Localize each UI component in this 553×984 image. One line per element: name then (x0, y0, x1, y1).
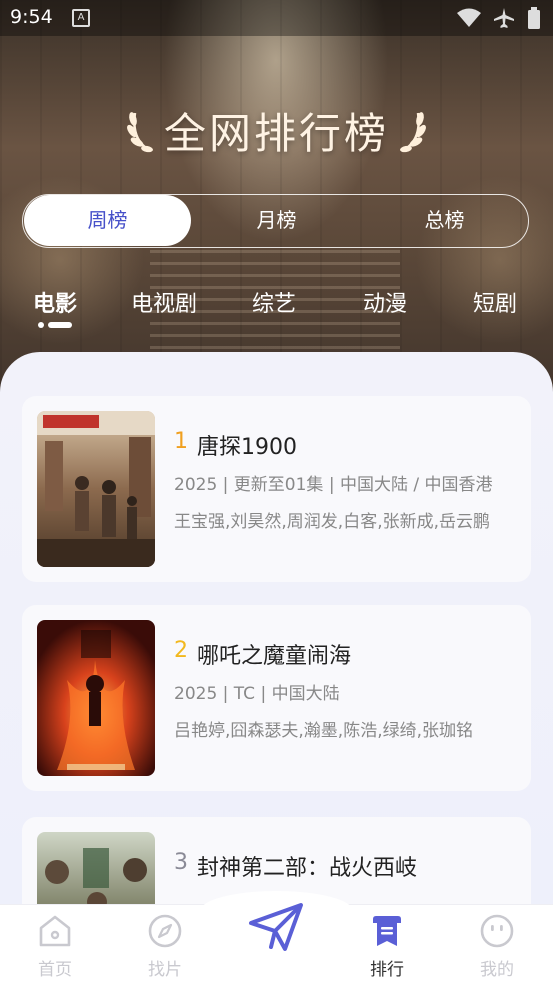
tab-all-time[interactable]: 总榜 (361, 195, 528, 246)
bottom-nav: 首页 找片 排行 我的 (0, 891, 553, 984)
nav-ranking[interactable]: 排行 (342, 905, 432, 984)
list-item[interactable]: 2 哪吒之魔童闹海 2025 | TC | 中国大陆 吕艳婷,囧森瑟夫,瀚墨,陈… (22, 605, 531, 791)
status-icons (457, 7, 541, 29)
tab-tv-series[interactable]: 电视剧 (131, 286, 197, 318)
nav-ranking-label: 排行 (370, 960, 404, 980)
movie-meta: 2025 | TC | 中国大陆 (174, 684, 340, 704)
period-segmented-control: 周榜 月榜 总榜 (22, 194, 529, 248)
rank-number: 2 (174, 638, 188, 663)
ranking-icon (373, 916, 401, 946)
profile-face-icon (480, 914, 514, 948)
movie-title: 封神第二部：战火西岐 (197, 856, 418, 881)
battery-icon (528, 7, 540, 29)
notification-a-icon: A (72, 9, 90, 27)
nav-profile-label: 我的 (480, 960, 514, 980)
movie-cast: 王宝强,刘昊然,周润发,白客,张新成,岳云鹏 (174, 512, 491, 532)
laurel-right-icon (400, 111, 427, 152)
nav-send[interactable] (231, 903, 321, 984)
nav-home-label: 首页 (38, 960, 72, 980)
tab-short-drama[interactable]: 短剧 (473, 286, 517, 318)
status-bar: 9:54 A (0, 0, 553, 36)
movie-meta: 2025 | 更新至01集 | 中国大陆 / 中国香港 (174, 475, 493, 495)
ranking-list: 1 唐探1900 2025 | 更新至01集 | 中国大陆 / 中国香港 王宝强… (0, 352, 553, 912)
nav-discover[interactable]: 找片 (120, 905, 210, 984)
rank-number: 1 (174, 429, 188, 454)
poster-image (37, 411, 155, 567)
poster-image (37, 620, 155, 776)
home-icon (39, 915, 71, 947)
compass-icon (148, 914, 182, 948)
movie-title: 唐探1900 (197, 435, 297, 460)
movie-cast: 吕艳婷,囧森瑟夫,瀚墨,陈浩,绿绮,张珈铭 (174, 721, 474, 741)
nav-discover-label: 找片 (148, 960, 182, 980)
header: 全网排行榜 (0, 100, 553, 161)
tab-variety[interactable]: 综艺 (252, 286, 296, 318)
rank-number: 3 (174, 850, 188, 875)
movie-title: 哪吒之魔童闹海 (197, 644, 352, 669)
wifi-icon (457, 8, 481, 27)
category-tabs: 电影 电视剧 综艺 动漫 短剧 (0, 286, 553, 336)
list-item[interactable]: 1 唐探1900 2025 | 更新至01集 | 中国大陆 / 中国香港 王宝强… (22, 396, 531, 582)
tab-monthly[interactable]: 月榜 (193, 195, 360, 246)
active-tab-indicator (38, 322, 72, 328)
page-title: 全网排行榜 (163, 109, 389, 158)
laurel-left-icon (126, 111, 153, 152)
airplane-mode-icon (494, 8, 514, 28)
paper-plane-icon (249, 903, 303, 951)
nav-profile[interactable]: 我的 (452, 905, 542, 984)
nav-home[interactable]: 首页 (10, 905, 100, 984)
status-time: 9:54 (10, 6, 53, 28)
poster-image (37, 832, 155, 912)
tab-weekly[interactable]: 周榜 (24, 195, 191, 246)
tab-movies[interactable]: 电影 (33, 286, 77, 318)
tab-anime[interactable]: 动漫 (363, 286, 407, 318)
